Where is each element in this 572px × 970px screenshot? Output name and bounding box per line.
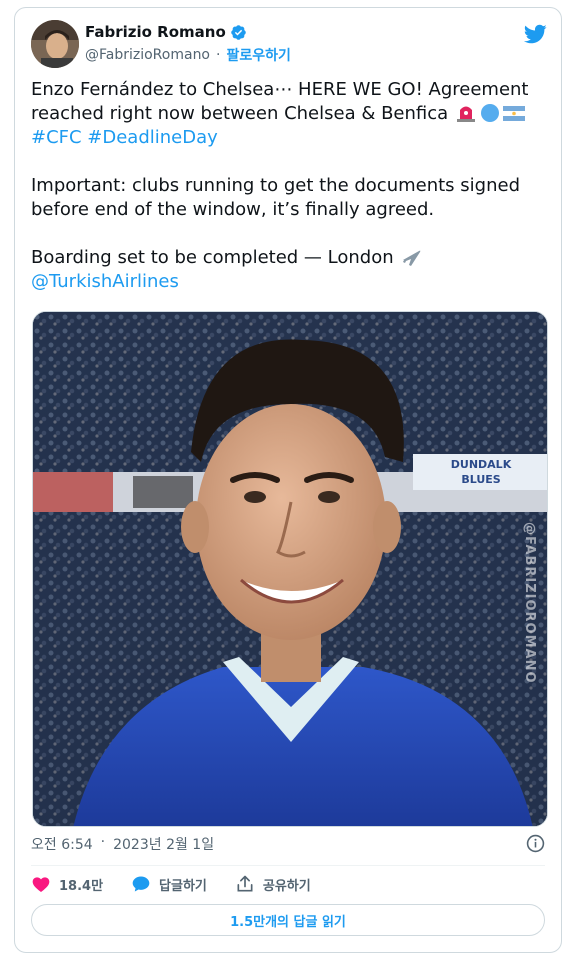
player-photo: DUNDALK BLUES (33, 312, 547, 826)
follow-button[interactable]: 팔로우하기 (226, 45, 290, 65)
author-handle[interactable]: @FabrizioRomano (85, 47, 210, 63)
like-count: 18.4만 (59, 878, 104, 894)
tweet-card: Fabrizio Romano @FabrizioRomano · 팔로우하기 … (14, 7, 562, 953)
author-name-row: Fabrizio Romano (85, 23, 247, 41)
meta-separator: · (100, 834, 106, 850)
tweet-time[interactable]: 오전 6:54 (31, 834, 93, 854)
read-replies-button[interactable]: 1.5만개의 답글 읽기 (31, 904, 545, 936)
heart-icon (32, 877, 50, 892)
action-bar: 18.4만 답글하기 공유하기 (31, 874, 311, 894)
twitter-bird-icon[interactable] (523, 22, 547, 46)
tweet-line-1: Enzo Fernández to Chelsea⋯ HERE WE GO! A… (31, 79, 529, 100)
avatar[interactable] (31, 20, 79, 68)
tweet-line-2: reached right now between Chelsea & Benf… (31, 103, 449, 124)
divider (31, 865, 545, 866)
tweet-date[interactable]: 2023년 2월 1일 (113, 834, 214, 854)
svg-text:DUNDALK: DUNDALK (451, 458, 512, 471)
share-icon (237, 875, 253, 892)
siren-icon (456, 106, 475, 122)
media-watermark: @FABRIZIOROMANO (522, 522, 537, 684)
airplane-icon (403, 250, 421, 266)
like-button[interactable]: 18.4만 (31, 874, 103, 894)
tweet-text: Enzo Fernández to Chelsea⋯ HERE WE GO! A… (31, 78, 546, 294)
author-handle-row: @FabrizioRomano · 팔로우하기 (85, 45, 291, 65)
tweet-media-image[interactable]: DUNDALK BLUES @FABRIZIOROMANO (32, 311, 548, 827)
reply-button[interactable]: 답글하기 (131, 874, 207, 894)
author-name[interactable]: Fabrizio Romano (85, 23, 226, 41)
verified-badge-icon (231, 24, 246, 40)
blue-circle-icon (480, 104, 499, 122)
reply-label: 답글하기 (159, 878, 207, 894)
tweet-paragraph-2: Important: clubs running to get the docu… (31, 175, 520, 220)
share-button[interactable]: 공유하기 (235, 874, 311, 894)
separator-dot: · (216, 47, 221, 63)
argentina-flag-icon (502, 106, 525, 121)
tweet-meta: 오전 6:54 · 2023년 2월 1일 (31, 834, 214, 854)
reply-bubble-icon (132, 876, 150, 892)
tweet-paragraph-3: Boarding set to be completed — London (31, 247, 394, 268)
svg-text:BLUES: BLUES (461, 473, 500, 486)
mention-turkish-airlines[interactable]: @TurkishAirlines (31, 271, 179, 292)
share-label: 공유하기 (262, 878, 311, 894)
info-icon[interactable] (526, 834, 545, 853)
hashtags[interactable]: #CFC #DeadlineDay (31, 127, 218, 148)
